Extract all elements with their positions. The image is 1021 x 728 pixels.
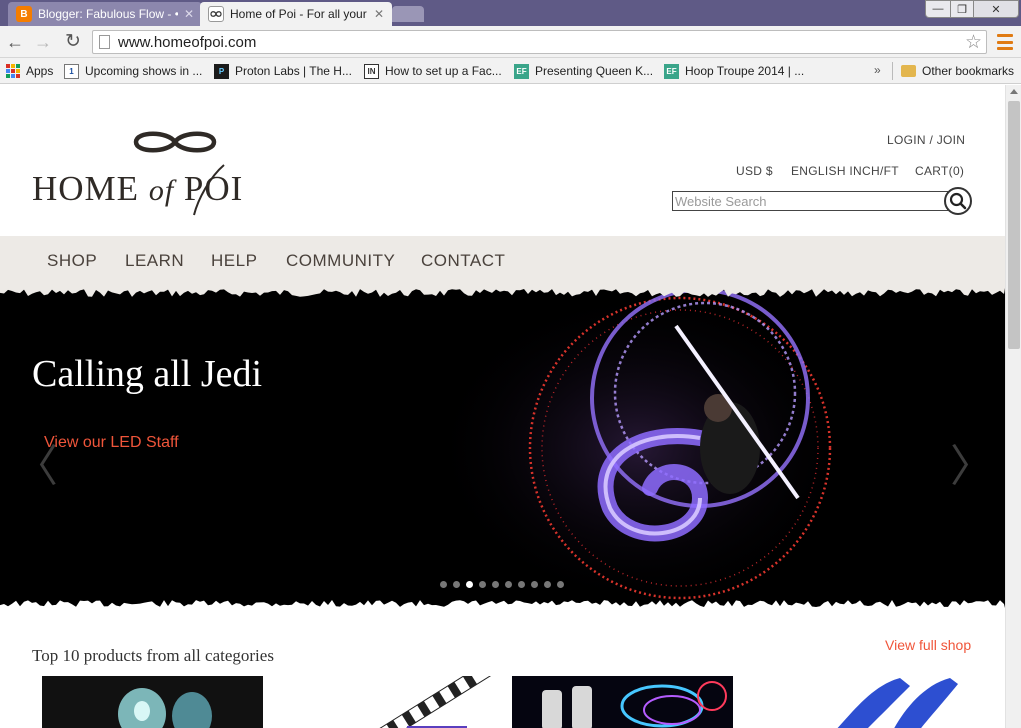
ef-icon: EF bbox=[514, 63, 529, 79]
in-icon: IN bbox=[364, 63, 379, 79]
main-nav: SHOP LEARN HELP COMMUNITY CONTACT bbox=[0, 236, 1005, 288]
units-selector[interactable]: ENGLISH INCH/FT bbox=[791, 164, 899, 178]
page-icon bbox=[99, 35, 110, 49]
nav-learn[interactable]: LEARN bbox=[125, 251, 184, 271]
bookmark-label: Presenting Queen K... bbox=[535, 64, 654, 78]
tab-blogger[interactable]: B Blogger: Fabulous Flow - • ✕ bbox=[8, 2, 202, 26]
glow-poi-image bbox=[118, 688, 212, 728]
bookmark-label: Apps bbox=[26, 64, 54, 78]
folder-icon bbox=[901, 65, 916, 77]
maximize-button[interactable]: ❐ bbox=[950, 0, 974, 18]
slider-dot[interactable] bbox=[492, 581, 499, 588]
slider-dot[interactable] bbox=[440, 581, 447, 588]
cart-link[interactable]: CART(0) bbox=[915, 164, 964, 178]
new-tab-button[interactable] bbox=[392, 6, 424, 22]
currency-selector[interactable]: USD $ bbox=[736, 164, 773, 178]
logo-word-home: HOME bbox=[32, 169, 140, 208]
browser-toolbar: ← → ↻ www.homeofpoi.com ☆ bbox=[0, 26, 1021, 58]
reload-icon[interactable]: ↻ bbox=[63, 32, 83, 52]
calendar-icon: 1 bbox=[64, 63, 79, 79]
slider-dot[interactable] bbox=[531, 581, 538, 588]
torn-edge-top bbox=[0, 288, 1005, 297]
logo-loop-icon bbox=[133, 131, 217, 153]
fans-image bbox=[837, 678, 958, 728]
product-thumb-striped-staff[interactable] bbox=[277, 676, 498, 728]
bookmark-proton-labs[interactable]: P Proton Labs | The H... bbox=[214, 62, 352, 80]
logo-word-poi: POI bbox=[183, 169, 244, 208]
bookmark-label: How to set up a Fac... bbox=[385, 64, 502, 78]
tab-title: Home of Poi - For all your bbox=[230, 7, 367, 21]
forward-arrow-icon[interactable]: → bbox=[33, 32, 53, 52]
slider-dot[interactable] bbox=[557, 581, 564, 588]
scrollbar-thumb[interactable] bbox=[1008, 101, 1020, 349]
hero-slider: 〈 〉 Calling all Jedi View our LED Staff bbox=[0, 288, 1005, 608]
nav-community[interactable]: COMMUNITY bbox=[286, 251, 395, 271]
page-scrollbar[interactable] bbox=[1005, 85, 1021, 728]
login-join-link[interactable]: LOGIN / JOIN bbox=[887, 133, 965, 147]
back-arrow-icon[interactable]: ← bbox=[5, 32, 25, 52]
tab-homeofpoi[interactable]: Home of Poi - For all your ✕ bbox=[200, 2, 392, 26]
nav-shop[interactable]: SHOP bbox=[47, 251, 97, 271]
torn-edge-bottom bbox=[0, 600, 1005, 608]
logo-word-of: of bbox=[148, 174, 175, 207]
bookmarks-bar: Apps 1 Upcoming shows in ... P Proton La… bbox=[0, 58, 1021, 84]
scroll-up-arrow-icon[interactable] bbox=[1010, 89, 1018, 94]
bookmark-queen-k[interactable]: EF Presenting Queen K... bbox=[514, 62, 653, 80]
close-window-button[interactable]: ✕ bbox=[973, 0, 1019, 18]
search-icon bbox=[949, 192, 967, 210]
hero-cta-link[interactable]: View our LED Staff bbox=[44, 434, 179, 452]
product-thumb-fans[interactable] bbox=[750, 676, 971, 728]
tab-title: Blogger: Fabulous Flow - • bbox=[38, 7, 178, 21]
slider-dots bbox=[440, 581, 564, 588]
bookmarks-divider bbox=[892, 62, 893, 80]
product-thumb-led-poi[interactable] bbox=[512, 676, 733, 728]
bookmark-label: Hoop Troupe 2014 | ... bbox=[685, 64, 805, 78]
blogger-icon: B bbox=[16, 6, 32, 22]
slider-dot[interactable] bbox=[479, 581, 486, 588]
search-input[interactable] bbox=[672, 191, 948, 211]
products-section-title: Top 10 products from all categories bbox=[32, 646, 274, 665]
web-page: HOME of POI LOGIN / JOIN USD $ ENGLISH I… bbox=[0, 85, 1005, 728]
view-full-shop-link[interactable]: View full shop bbox=[885, 637, 971, 653]
bookmark-star-icon[interactable]: ☆ bbox=[965, 31, 982, 54]
slider-dot[interactable] bbox=[466, 581, 473, 588]
bookmark-upcoming-shows[interactable]: 1 Upcoming shows in ... bbox=[64, 62, 202, 80]
chrome-menu-icon[interactable] bbox=[997, 34, 1013, 50]
homeofpoi-icon bbox=[208, 6, 224, 22]
nav-contact[interactable]: CONTACT bbox=[421, 251, 505, 271]
product-thumb-glow-poi[interactable] bbox=[42, 676, 263, 728]
bookmark-apps[interactable]: Apps bbox=[6, 62, 53, 80]
address-bar[interactable]: www.homeofpoi.com ☆ bbox=[92, 30, 987, 54]
bookmark-facebook-setup[interactable]: IN How to set up a Fac... bbox=[364, 62, 502, 80]
other-bookmarks-folder[interactable]: Other bookmarks bbox=[901, 62, 1014, 80]
proton-icon: P bbox=[214, 63, 229, 79]
minimize-button[interactable]: — bbox=[925, 0, 951, 18]
slider-dot[interactable] bbox=[544, 581, 551, 588]
hero-title: Calling all Jedi bbox=[32, 353, 263, 395]
other-bookmarks-label: Other bookmarks bbox=[922, 64, 1015, 78]
slider-dot[interactable] bbox=[453, 581, 460, 588]
slider-dot[interactable] bbox=[518, 581, 525, 588]
slider-dot[interactable] bbox=[505, 581, 512, 588]
striped-staff-image bbox=[346, 676, 498, 728]
bookmarks-overflow-button[interactable]: » bbox=[874, 63, 881, 77]
led-poi-image bbox=[542, 681, 727, 728]
tab-strip: B Blogger: Fabulous Flow - • ✕ Home of P… bbox=[0, 0, 1021, 26]
hero-next-arrow-icon[interactable]: 〉 bbox=[950, 430, 994, 494]
site-logo[interactable]: HOME of POI bbox=[32, 127, 322, 217]
apps-grid-icon bbox=[6, 64, 20, 78]
search-button[interactable] bbox=[944, 187, 972, 215]
address-url[interactable]: www.homeofpoi.com bbox=[118, 34, 256, 51]
close-tab-icon[interactable]: ✕ bbox=[184, 7, 194, 21]
bookmark-label: Proton Labs | The H... bbox=[235, 64, 352, 78]
nav-help[interactable]: HELP bbox=[211, 251, 257, 271]
close-tab-icon[interactable]: ✕ bbox=[374, 7, 384, 21]
bookmark-hoop-troupe[interactable]: EF Hoop Troupe 2014 | ... bbox=[664, 62, 804, 80]
bookmark-label: Upcoming shows in ... bbox=[85, 64, 203, 78]
ef-icon: EF bbox=[664, 63, 679, 79]
